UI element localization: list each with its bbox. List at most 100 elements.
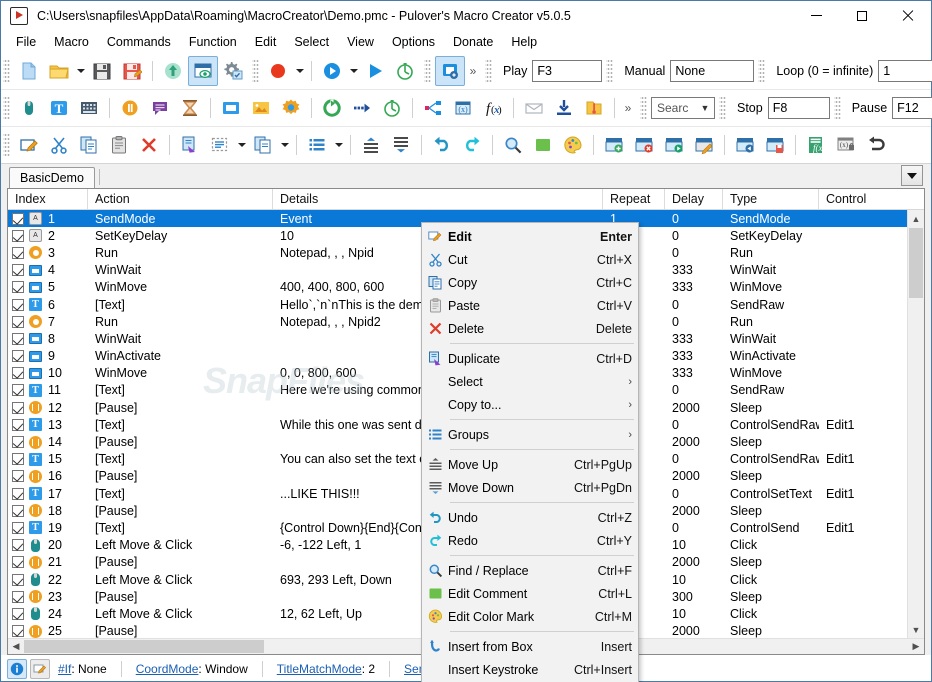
toolbar-overflow-icon[interactable]: » xyxy=(465,56,481,86)
copy-to-button[interactable] xyxy=(248,130,278,160)
vertical-scrollbar[interactable]: ▲ ▼ xyxy=(907,210,924,638)
groups-dropdown-icon[interactable] xyxy=(332,130,345,160)
menu-donate[interactable]: Donate xyxy=(444,33,502,51)
pause-hotkey-input[interactable]: F12 xyxy=(892,97,932,119)
toolbar-grip[interactable] xyxy=(3,133,10,157)
context-menu-item-edit-comment[interactable]: Edit Comment Ctrl+L xyxy=(422,582,638,605)
context-menu-item-groups[interactable]: Groups › xyxy=(422,423,638,446)
menu-commands[interactable]: Commands xyxy=(98,33,180,51)
row-enabled-checkbox[interactable] xyxy=(12,521,24,534)
context-menu-item-find-replace[interactable]: Find / Replace Ctrl+F xyxy=(422,559,638,582)
row-enabled-checkbox[interactable] xyxy=(12,436,24,449)
row-enabled-checkbox[interactable] xyxy=(12,229,24,242)
menu-view[interactable]: View xyxy=(338,33,383,51)
row-enabled-checkbox[interactable] xyxy=(12,264,24,277)
copy-to-dropdown-icon[interactable] xyxy=(278,130,291,160)
toolbar-grip[interactable] xyxy=(3,59,10,83)
context-menu-item-undo[interactable]: Undo Ctrl+Z xyxy=(422,506,638,529)
menu-help[interactable]: Help xyxy=(502,33,546,51)
new-macro-button[interactable] xyxy=(14,56,44,86)
status-if-link[interactable]: #If xyxy=(58,662,71,676)
context-menu-item-insert-keystroke[interactable]: Insert Keystroke Ctrl+Insert xyxy=(422,658,638,681)
row-enabled-checkbox[interactable] xyxy=(12,470,24,483)
menu-select[interactable]: Select xyxy=(285,33,338,51)
context-menu-item-copy-to[interactable]: Copy to... › xyxy=(422,393,638,416)
run-box-button[interactable] xyxy=(659,130,689,160)
record-dropdown-icon[interactable] xyxy=(293,56,306,86)
search-combo[interactable]: Searc ▼ xyxy=(651,97,715,119)
file-command-button[interactable] xyxy=(579,93,609,123)
context-menu-item-edit[interactable]: Edit Enter xyxy=(422,225,638,248)
window-command-button[interactable] xyxy=(216,93,246,123)
message-command-button[interactable] xyxy=(145,93,175,123)
toolbar-grip[interactable] xyxy=(485,59,492,83)
loop-command-button[interactable] xyxy=(317,93,347,123)
column-header-index[interactable]: Index xyxy=(8,189,88,209)
function-list-button[interactable]: f(x) xyxy=(801,130,831,160)
minimize-button[interactable] xyxy=(793,1,839,31)
paste-button[interactable] xyxy=(104,130,134,160)
variable-command-button[interactable]: (x) xyxy=(448,93,478,123)
toolbar-grip[interactable] xyxy=(3,96,10,120)
preview-script-button[interactable] xyxy=(188,56,218,86)
context-menu-item-redo[interactable]: Redo Ctrl+Y xyxy=(422,529,638,552)
loop-input[interactable]: 1 xyxy=(878,60,932,82)
row-enabled-checkbox[interactable] xyxy=(12,367,24,380)
hourglass-command-button[interactable] xyxy=(175,93,205,123)
column-header-details[interactable]: Details xyxy=(273,189,603,209)
window-spy-button[interactable] xyxy=(435,56,465,86)
timer-button[interactable] xyxy=(390,56,420,86)
row-enabled-checkbox[interactable] xyxy=(12,556,24,569)
row-enabled-checkbox[interactable] xyxy=(12,487,24,500)
move-down-button[interactable] xyxy=(386,130,416,160)
copy-button[interactable] xyxy=(74,130,104,160)
stop-hotkey-input[interactable]: F8 xyxy=(767,97,830,119)
scroll-right-icon[interactable]: ▶ xyxy=(908,641,924,652)
row-enabled-checkbox[interactable] xyxy=(12,246,24,259)
context-menu-item-select[interactable]: Select › xyxy=(422,370,638,393)
timer-command-button[interactable] xyxy=(377,93,407,123)
image-search-button[interactable] xyxy=(246,93,276,123)
select-button[interactable] xyxy=(205,130,235,160)
settings-button[interactable] xyxy=(218,56,248,86)
toolbar-grip[interactable] xyxy=(606,59,614,83)
context-menu-item-move-down[interactable]: Move Down Ctrl+PgDn xyxy=(422,476,638,499)
info-icon[interactable] xyxy=(7,658,27,679)
status-coordmode[interactable]: CoordMode : Window xyxy=(136,662,248,676)
play-hotkey-input[interactable]: F3 xyxy=(532,60,603,82)
insert-from-box-button[interactable] xyxy=(599,130,629,160)
open-macro-button[interactable] xyxy=(44,56,74,86)
column-header-type[interactable]: Type xyxy=(723,189,819,209)
context-menu-item-copy[interactable]: Copy Ctrl+C xyxy=(422,271,638,294)
run-button[interactable] xyxy=(360,56,390,86)
export-up-button[interactable] xyxy=(158,56,188,86)
find-replace-button[interactable] xyxy=(498,130,528,160)
groups-button[interactable] xyxy=(302,130,332,160)
download-command-button[interactable] xyxy=(549,93,579,123)
open-macro-dropdown-icon[interactable] xyxy=(74,56,87,86)
scroll-left-icon[interactable]: ◀ xyxy=(8,641,24,652)
toolbar-grip[interactable] xyxy=(833,96,841,120)
row-enabled-checkbox[interactable] xyxy=(12,418,24,431)
ifelse-command-button[interactable] xyxy=(418,93,448,123)
row-enabled-checkbox[interactable] xyxy=(12,590,24,603)
status-coordmode-link[interactable]: CoordMode xyxy=(136,662,199,676)
row-enabled-checkbox[interactable] xyxy=(12,504,24,517)
row-enabled-checkbox[interactable] xyxy=(12,607,24,620)
edit-row-button[interactable] xyxy=(14,130,44,160)
context-menu-item-edit-color-mark[interactable]: Edit Color Mark Ctrl+M xyxy=(422,605,638,628)
save-box-button[interactable] xyxy=(760,130,790,160)
context-menu-item-paste[interactable]: Paste Ctrl+V xyxy=(422,294,638,317)
control-command-button[interactable] xyxy=(276,93,306,123)
record-button[interactable] xyxy=(263,56,293,86)
save-macro-button[interactable] xyxy=(87,56,117,86)
menu-function[interactable]: Function xyxy=(180,33,246,51)
scroll-down-icon[interactable]: ▼ xyxy=(908,621,924,638)
menu-options[interactable]: Options xyxy=(383,33,444,51)
play-button[interactable] xyxy=(317,56,347,86)
context-menu[interactable]: Edit Enter Cut Ctrl+X Copy Ctrl+C Paste Ctrl+V D… xyxy=(421,222,639,682)
row-enabled-checkbox[interactable] xyxy=(12,384,24,397)
select-dropdown-icon[interactable] xyxy=(235,130,248,160)
row-enabled-checkbox[interactable] xyxy=(12,212,24,225)
row-enabled-checkbox[interactable] xyxy=(12,332,24,345)
